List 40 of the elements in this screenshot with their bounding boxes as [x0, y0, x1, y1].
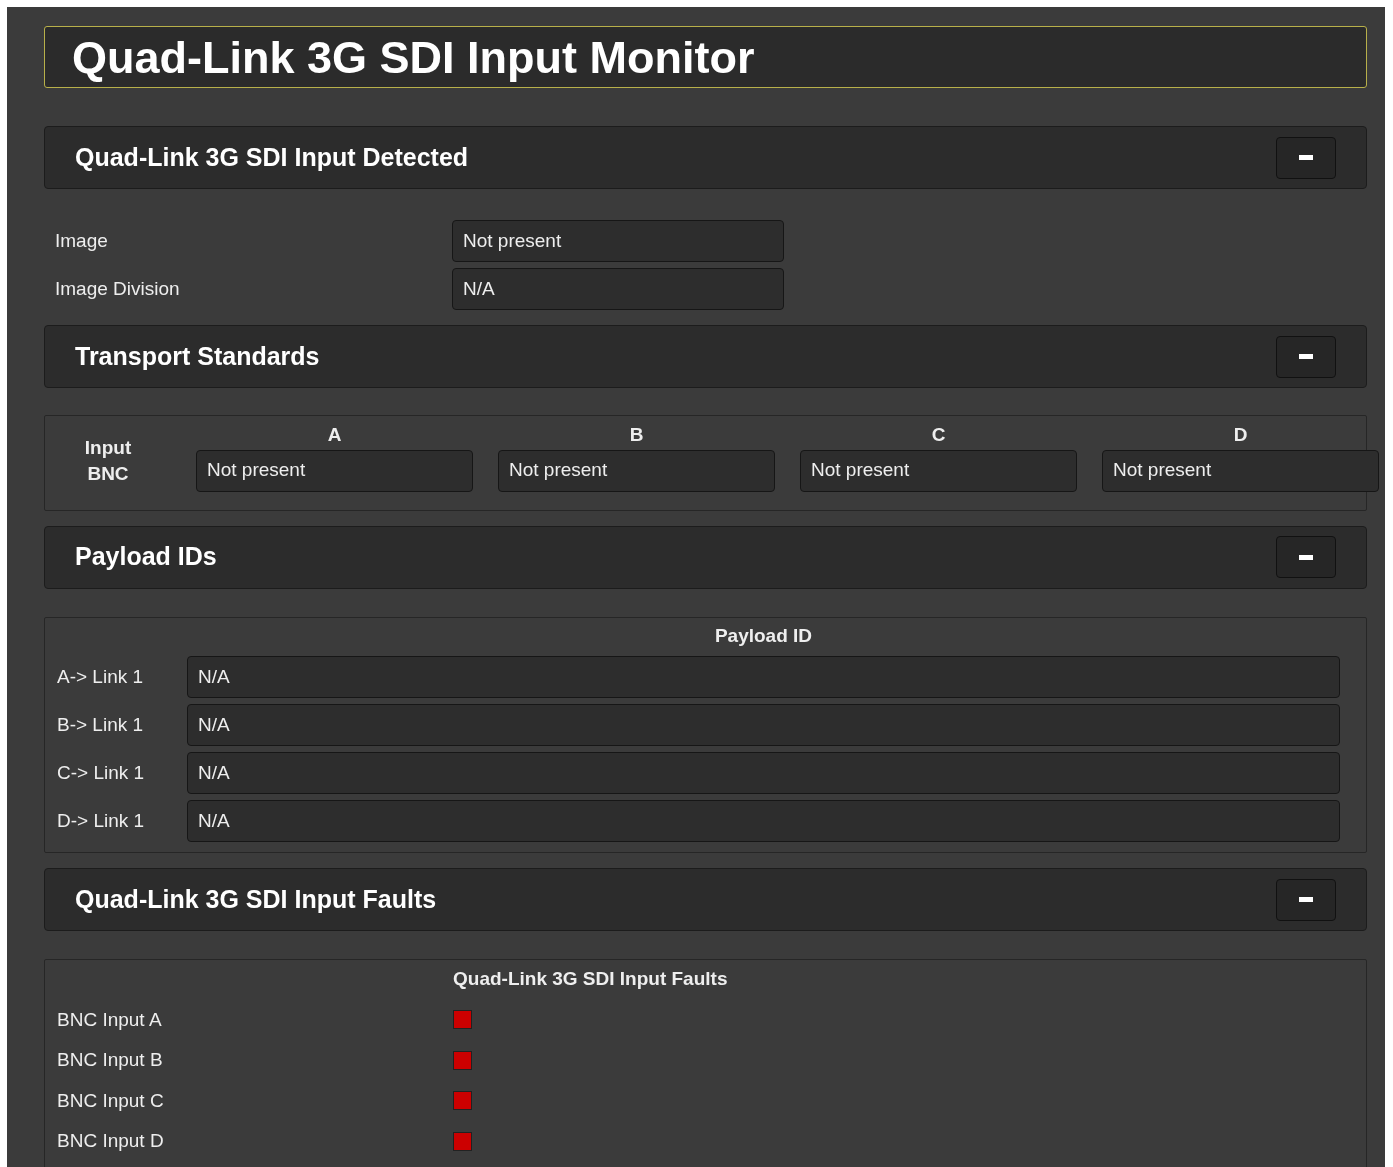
collapse-button[interactable]: [1276, 536, 1336, 578]
value-field: Not present: [498, 449, 775, 492]
section-title: Transport Standards: [75, 340, 320, 372]
section-title: Quad-Link 3G SDI Input Detected: [75, 141, 469, 173]
value-field: N/A: [187, 704, 1340, 746]
value-field: Not present: [196, 449, 473, 492]
minus-icon: [1299, 354, 1313, 359]
value-field: N/A: [452, 268, 784, 310]
column-heading: B: [628, 423, 645, 447]
column-heading: A: [326, 423, 343, 447]
minus-icon: [1299, 155, 1313, 160]
column-heading: Payload ID: [713, 623, 814, 648]
value-field: Not present: [452, 220, 784, 262]
value-field: Not present: [1102, 449, 1379, 492]
page-title: Quad-Link 3G SDI Input Monitor: [72, 34, 755, 80]
minus-icon: [1299, 554, 1313, 560]
column-heading: D: [1232, 423, 1249, 447]
row-label: BNC Input D: [57, 1129, 165, 1153]
value-field: N/A: [187, 656, 1340, 698]
row-label: A-> Link 1: [57, 664, 145, 689]
field-label: Image Division: [55, 276, 181, 301]
collapse-button[interactable]: [1276, 136, 1336, 179]
collapse-button[interactable]: [1276, 878, 1336, 921]
row-label: Input BNC: [83, 435, 133, 486]
value-field: Not present: [800, 449, 1077, 492]
collapse-button[interactable]: [1276, 335, 1336, 378]
value-field: N/A: [187, 752, 1340, 794]
row-label: BNC Input B: [57, 1048, 164, 1072]
row-label: D-> Link 1: [57, 808, 146, 833]
minus-icon: [1299, 897, 1313, 902]
value-field: N/A: [187, 800, 1340, 842]
section-title: Payload IDs: [75, 541, 217, 573]
column-heading: C: [930, 423, 947, 447]
column-heading: Quad-Link 3G SDI Input Faults: [453, 967, 729, 991]
row-label: BNC Input C: [57, 1088, 165, 1113]
field-label: Image: [55, 228, 109, 253]
row-label: BNC Input A: [57, 1007, 163, 1032]
section-title: Quad-Link 3G SDI Input Faults: [75, 883, 437, 915]
row-label: C-> Link 1: [57, 760, 146, 785]
row-label: B-> Link 1: [57, 712, 145, 737]
